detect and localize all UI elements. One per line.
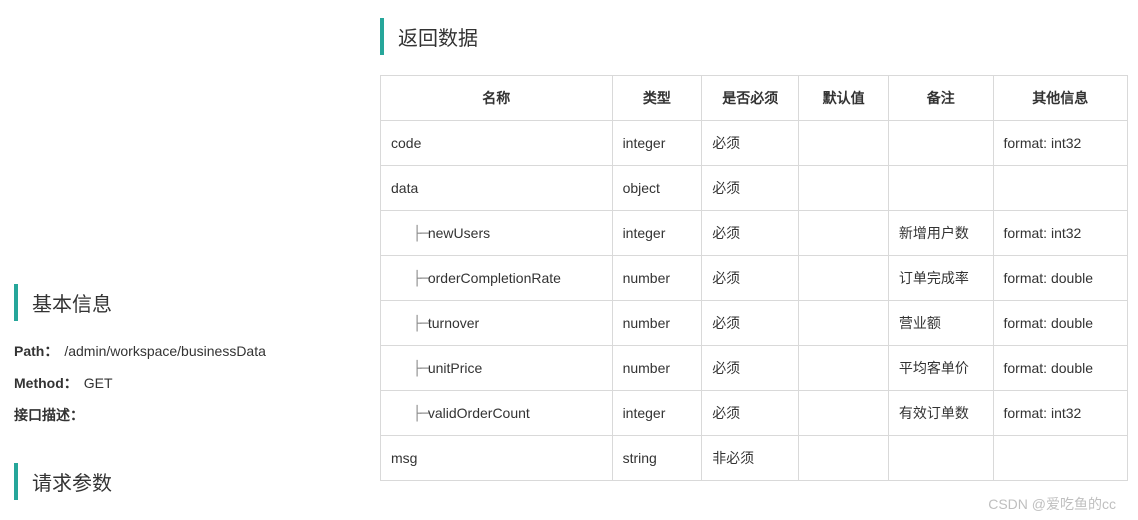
tree-branch-icon: ├─ bbox=[413, 361, 428, 377]
cell-type: number bbox=[612, 346, 702, 391]
cell-name: ├─ unitPrice bbox=[381, 346, 613, 391]
cell-other: format: int32 bbox=[993, 211, 1128, 256]
cell-default bbox=[799, 121, 889, 166]
cell-remark: 营业额 bbox=[888, 301, 993, 346]
cell-type: integer bbox=[612, 121, 702, 166]
cell-type: number bbox=[612, 256, 702, 301]
table-row: ├─ unitPricenumber必须平均客单价format: double bbox=[381, 346, 1128, 391]
cell-remark: 有效订单数 bbox=[888, 391, 993, 436]
cell-remark: 平均客单价 bbox=[888, 346, 993, 391]
tree-branch-icon: ├─ bbox=[413, 271, 428, 287]
cell-other bbox=[993, 436, 1128, 481]
path-row: Path： /admin/workspace/businessData bbox=[14, 341, 368, 361]
desc-label: 接口描述： bbox=[14, 407, 84, 423]
cell-type: string bbox=[612, 436, 702, 481]
desc-row: 接口描述： bbox=[14, 405, 368, 425]
cell-required: 必须 bbox=[702, 301, 799, 346]
cell-default bbox=[799, 256, 889, 301]
cell-name: ├─ turnover bbox=[381, 301, 613, 346]
cell-remark: 新增用户数 bbox=[888, 211, 993, 256]
cell-required: 必须 bbox=[702, 166, 799, 211]
cell-remark bbox=[888, 436, 993, 481]
cell-type: number bbox=[612, 301, 702, 346]
th-name: 名称 bbox=[381, 76, 613, 121]
cell-other: format: double bbox=[993, 301, 1128, 346]
cell-default bbox=[799, 211, 889, 256]
request-params-title: 请求参数 bbox=[14, 463, 368, 500]
table-row: msg string非必须 bbox=[381, 436, 1128, 481]
cell-default bbox=[799, 346, 889, 391]
method-value: GET bbox=[84, 375, 113, 391]
cell-required: 非必须 bbox=[702, 436, 799, 481]
field-name: validOrderCount bbox=[428, 405, 530, 421]
table-row: ├─ validOrderCountinteger必须有效订单数format: … bbox=[381, 391, 1128, 436]
cell-default bbox=[799, 301, 889, 346]
cell-remark: 订单完成率 bbox=[888, 256, 993, 301]
field-name: unitPrice bbox=[428, 360, 482, 376]
method-row: Method： GET bbox=[14, 373, 368, 393]
field-name: orderCompletionRate bbox=[428, 270, 561, 286]
th-def: 默认值 bbox=[799, 76, 889, 121]
path-label: Path： bbox=[14, 343, 58, 359]
table-row: ├─ orderCompletionRatenumber必须订单完成率forma… bbox=[381, 256, 1128, 301]
field-name: msg bbox=[391, 450, 417, 466]
cell-name: ├─ newUsers bbox=[381, 211, 613, 256]
right-panel: 返回数据 名称 类型 是否必须 默认值 备注 其他信息 codeinteger必… bbox=[380, 0, 1138, 520]
cell-required: 必须 bbox=[702, 346, 799, 391]
left-panel: 基本信息 Path： /admin/workspace/businessData … bbox=[0, 0, 380, 520]
tree-branch-icon: ├─ bbox=[413, 316, 428, 332]
field-name: data bbox=[391, 180, 418, 196]
field-name: newUsers bbox=[428, 225, 490, 241]
cell-other: format: double bbox=[993, 346, 1128, 391]
table-header-row: 名称 类型 是否必须 默认值 备注 其他信息 bbox=[381, 76, 1128, 121]
cell-name: ├─ orderCompletionRate bbox=[381, 256, 613, 301]
return-data-title: 返回数据 bbox=[380, 18, 1128, 55]
cell-name: data bbox=[381, 166, 613, 211]
cell-other bbox=[993, 166, 1128, 211]
cell-other: format: int32 bbox=[993, 121, 1128, 166]
th-remark: 备注 bbox=[888, 76, 993, 121]
cell-required: 必须 bbox=[702, 391, 799, 436]
cell-default bbox=[799, 436, 889, 481]
cell-required: 必须 bbox=[702, 121, 799, 166]
cell-type: object bbox=[612, 166, 702, 211]
tree-branch-icon: ├─ bbox=[413, 406, 428, 422]
cell-default bbox=[799, 391, 889, 436]
cell-name: ├─ validOrderCount bbox=[381, 391, 613, 436]
path-value: /admin/workspace/businessData bbox=[64, 343, 266, 359]
response-table: 名称 类型 是否必须 默认值 备注 其他信息 codeinteger必须form… bbox=[380, 75, 1128, 481]
table-row: ├─ turnovernumber必须营业额format: double bbox=[381, 301, 1128, 346]
cell-other: format: int32 bbox=[993, 391, 1128, 436]
cell-type: integer bbox=[612, 211, 702, 256]
cell-name: code bbox=[381, 121, 613, 166]
table-row: ├─ newUsersinteger必须新增用户数format: int32 bbox=[381, 211, 1128, 256]
cell-type: integer bbox=[612, 391, 702, 436]
cell-remark bbox=[888, 166, 993, 211]
method-label: Method： bbox=[14, 375, 78, 391]
field-name: code bbox=[391, 135, 421, 151]
cell-default bbox=[799, 166, 889, 211]
basic-info-block: Path： /admin/workspace/businessData Metho… bbox=[14, 341, 368, 437]
basic-info-title: 基本信息 bbox=[14, 284, 368, 321]
cell-remark bbox=[888, 121, 993, 166]
cell-name: msg bbox=[381, 436, 613, 481]
cell-required: 必须 bbox=[702, 211, 799, 256]
table-row: code integer必须 format: int32 bbox=[381, 121, 1128, 166]
field-name: turnover bbox=[428, 315, 479, 331]
cell-required: 必须 bbox=[702, 256, 799, 301]
table-row: data object必须 bbox=[381, 166, 1128, 211]
th-req: 是否必须 bbox=[702, 76, 799, 121]
th-type: 类型 bbox=[612, 76, 702, 121]
tree-branch-icon: ├─ bbox=[413, 226, 428, 242]
th-other: 其他信息 bbox=[993, 76, 1128, 121]
cell-other: format: double bbox=[993, 256, 1128, 301]
